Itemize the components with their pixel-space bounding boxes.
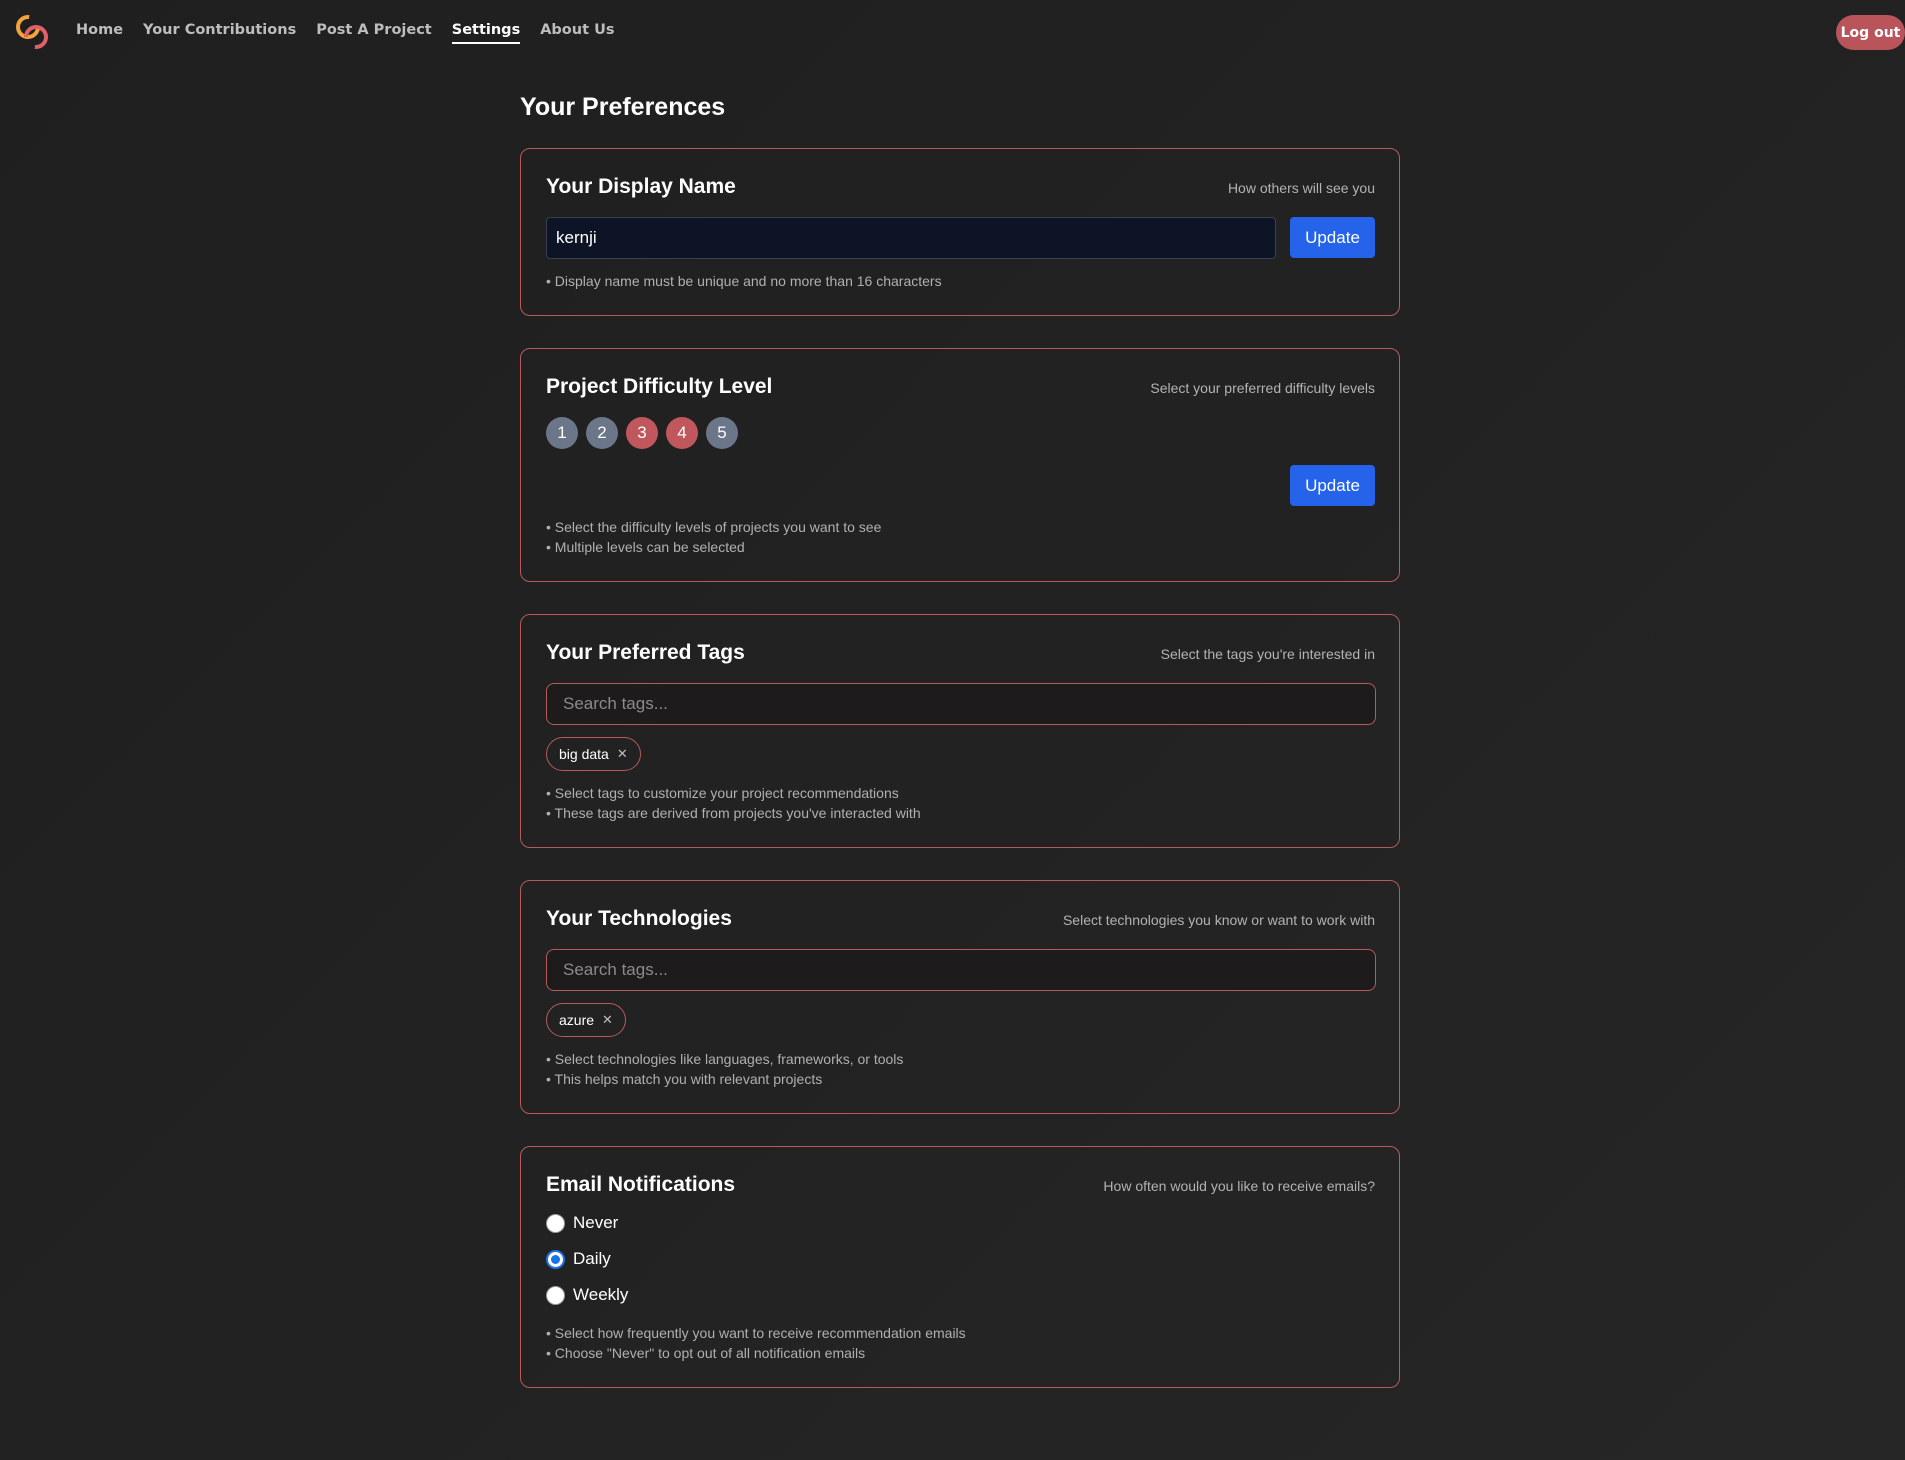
email-option-daily[interactable]: Daily	[546, 1249, 611, 1269]
difficulty-hint: • Select the difficulty levels of projec…	[546, 519, 882, 535]
tags-search-input[interactable]	[546, 683, 1376, 725]
difficulty-level-3[interactable]: 3	[626, 417, 658, 449]
logout-button[interactable]: Log out	[1836, 15, 1905, 50]
update-display-name-button[interactable]: Update	[1290, 217, 1375, 258]
preferred-tags-subtitle: Select the tags you're interested in	[1160, 646, 1375, 662]
difficulty-title: Project Difficulty Level	[546, 375, 773, 398]
tags-hint: • These tags are derived from projects y…	[546, 805, 921, 821]
radio-daily[interactable]	[546, 1249, 565, 1269]
update-difficulty-button[interactable]: Update	[1290, 465, 1375, 506]
technologies-search-input[interactable]	[546, 949, 1376, 991]
technologies-hint: • This helps match you with relevant pro…	[546, 1071, 823, 1087]
difficulty-level-4[interactable]: 4	[666, 417, 698, 449]
email-option-label: Never	[573, 1213, 619, 1232]
tags-hint: • Select tags to customize your project …	[546, 785, 899, 801]
preferred-tags-title: Your Preferred Tags	[546, 641, 745, 664]
difficulty-hint: • Multiple levels can be selected	[546, 539, 745, 555]
tag-chip-label: big data	[559, 746, 609, 762]
nav-settings[interactable]: Settings	[451, 22, 521, 44]
technology-chip-label: azure	[559, 1012, 595, 1028]
email-option-weekly[interactable]: Weekly	[546, 1285, 628, 1305]
technologies-card: Your Technologies Select technologies yo…	[520, 880, 1400, 1114]
technologies-hint: • Select technologies like languages, fr…	[546, 1051, 904, 1067]
technologies-subtitle: Select technologies you know or want to …	[1062, 912, 1375, 928]
technologies-title: Your Technologies	[546, 907, 732, 930]
difficulty-levels: 1 2 3 4 5	[546, 417, 738, 449]
nav-home[interactable]: Home	[76, 22, 123, 44]
close-icon[interactable]: ✕	[602, 1012, 613, 1028]
tag-chip: big data ✕	[546, 737, 641, 771]
difficulty-subtitle: Select your preferred difficulty levels	[1150, 380, 1375, 396]
email-option-label: Weekly	[573, 1285, 629, 1304]
email-notifications-subtitle: How often would you like to receive emai…	[1103, 1178, 1375, 1194]
close-icon[interactable]: ✕	[617, 746, 628, 762]
technologies-hints: • Select technologies like languages, fr…	[546, 1049, 903, 1089]
difficulty-level-1[interactable]: 1	[546, 417, 578, 449]
difficulty-level-2[interactable]: 2	[586, 417, 618, 449]
nav-your-contributions[interactable]: Your Contributions	[143, 22, 296, 44]
display-name-hint: • Display name must be unique and no mor…	[546, 273, 942, 289]
page-title: Your Preferences	[520, 93, 726, 121]
nav-about-us[interactable]: About Us	[540, 22, 614, 44]
preferred-tags-card: Your Preferred Tags Select the tags you'…	[520, 614, 1400, 848]
difficulty-level-5[interactable]: 5	[706, 417, 738, 449]
tags-hints: • Select tags to customize your project …	[546, 783, 921, 823]
app-logo-icon[interactable]	[12, 12, 52, 52]
difficulty-hints: • Select the difficulty levels of projec…	[546, 517, 881, 557]
technology-chip: azure ✕	[546, 1003, 626, 1037]
display-name-title: Your Display Name	[546, 175, 736, 198]
radio-never[interactable]	[546, 1213, 565, 1233]
email-hints: • Select how frequently you want to rece…	[546, 1323, 966, 1363]
nav-links: Home Your Contributions Post A Project S…	[76, 22, 614, 44]
nav-post-a-project[interactable]: Post A Project	[316, 22, 432, 44]
email-hint: • Select how frequently you want to rece…	[546, 1325, 966, 1341]
difficulty-card: Project Difficulty Level Select your pre…	[520, 348, 1400, 582]
display-name-subtitle: How others will see you	[1227, 180, 1375, 196]
top-navbar: Home Your Contributions Post A Project S…	[0, 0, 1905, 66]
email-hint: • Choose "Never" to opt out of all notif…	[546, 1345, 866, 1361]
email-option-never[interactable]: Never	[546, 1213, 618, 1233]
display-name-input[interactable]	[546, 217, 1276, 259]
email-option-label: Daily	[573, 1249, 611, 1268]
email-notifications-title: Email Notifications	[546, 1173, 736, 1196]
display-name-card: Your Display Name How others will see yo…	[520, 148, 1400, 316]
email-notifications-card: Email Notifications How often would you …	[520, 1146, 1400, 1388]
radio-weekly[interactable]	[546, 1285, 565, 1305]
